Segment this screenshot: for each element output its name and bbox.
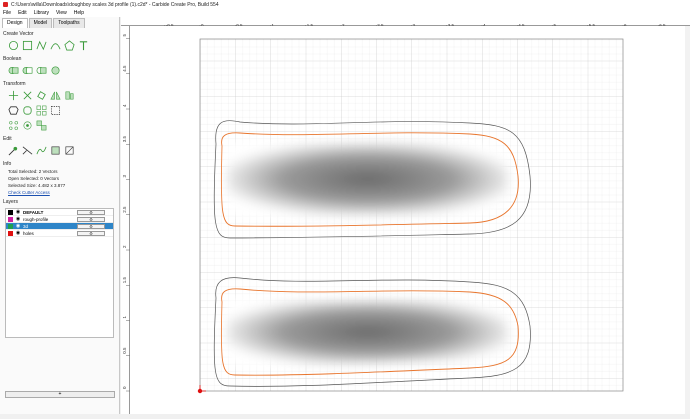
weld-icon[interactable] bbox=[50, 65, 61, 76]
ruler-left-label: 1 bbox=[122, 316, 127, 319]
app-icon bbox=[3, 2, 8, 7]
create-vector-tools bbox=[0, 38, 119, 53]
add-layer-button[interactable]: + bbox=[5, 391, 115, 398]
ruler-top: -0.500.511.522.533.544.555.566.5 bbox=[121, 17, 690, 30]
nest-icon[interactable] bbox=[22, 120, 33, 131]
transform-tools bbox=[0, 88, 119, 103]
window-title: C:\Users\willa\Downloads\doughboy scales… bbox=[11, 1, 219, 8]
union-icon[interactable] bbox=[8, 65, 19, 76]
mode-tabs: Design Model Toolpaths bbox=[0, 18, 119, 28]
layer-color-swatch[interactable] bbox=[8, 223, 13, 229]
tab-toolpaths[interactable]: Toolpaths bbox=[53, 18, 85, 28]
move-icon[interactable] bbox=[8, 90, 19, 101]
transform-title: Transform bbox=[3, 81, 26, 87]
menu-help[interactable]: Help bbox=[74, 10, 84, 16]
layer-row-rough-profile[interactable]: ◉ rough-profile ⚙ bbox=[6, 216, 113, 223]
ruler-left-label: 2 bbox=[122, 245, 127, 248]
boolean-tools bbox=[0, 63, 119, 78]
create-vector-title: Create Vector bbox=[3, 31, 34, 37]
layer-color-swatch[interactable] bbox=[8, 216, 13, 222]
ruler-left-label: 3 bbox=[122, 175, 127, 178]
layer-row-3d[interactable]: ◉ 3d ⚙ bbox=[6, 223, 113, 230]
edit-title: Edit bbox=[3, 136, 12, 142]
gear-icon[interactable]: ⚙ bbox=[77, 216, 105, 222]
layer-color-swatch[interactable] bbox=[8, 209, 13, 215]
eye-icon[interactable]: ◉ bbox=[15, 216, 21, 222]
total-selected: Total Selected: 2 Vectors bbox=[8, 169, 58, 174]
3d-model-shading bbox=[227, 142, 509, 216]
ruler-left-label: 0 bbox=[122, 386, 127, 389]
curve-icon[interactable] bbox=[50, 40, 61, 51]
select-open-icon[interactable] bbox=[64, 145, 75, 156]
left-panel: Design Model Toolpaths Create Vector Boo… bbox=[0, 17, 120, 414]
group-icon[interactable] bbox=[50, 105, 61, 116]
tab-model[interactable]: Model bbox=[28, 18, 53, 28]
ruler-left-ticks: 5 4.5 4 3.5 3 2.5 2 1.5 1 0.5 0 bbox=[122, 34, 130, 392]
close-vector-icon[interactable] bbox=[50, 145, 61, 156]
eye-icon[interactable]: ◉ bbox=[15, 209, 21, 215]
trim-icon[interactable] bbox=[22, 145, 33, 156]
menu-library[interactable]: Library bbox=[34, 10, 49, 16]
ruler-left-label: 4 bbox=[122, 104, 127, 107]
layer-row-default[interactable]: ◉ DEFAULT ⚙ bbox=[6, 209, 113, 216]
layer-name: DEFAULT bbox=[23, 209, 44, 215]
layer-color-swatch[interactable] bbox=[8, 230, 13, 236]
node-edit-icon[interactable] bbox=[8, 145, 19, 156]
transform-tools-2 bbox=[0, 103, 119, 118]
polygon-icon[interactable] bbox=[64, 40, 75, 51]
design-canvas[interactable] bbox=[130, 26, 690, 414]
boolean-title: Boolean bbox=[3, 56, 22, 62]
polyline-icon[interactable] bbox=[36, 40, 47, 51]
ruler-left: 5 4.5 4 3.5 3 2.5 2 1.5 1 0.5 0 bbox=[121, 26, 130, 414]
rotate-icon[interactable] bbox=[36, 90, 47, 101]
menu-file[interactable]: File bbox=[3, 10, 11, 16]
fillet-icon[interactable] bbox=[22, 105, 33, 116]
menu-bar: File Edit Library View Help bbox=[0, 9, 690, 17]
edit-tools bbox=[0, 143, 119, 158]
circle-icon[interactable] bbox=[8, 40, 19, 51]
rectangle-icon[interactable] bbox=[22, 40, 33, 51]
ruler-left-label: 4.5 bbox=[122, 65, 127, 72]
tab-design[interactable]: Design bbox=[2, 18, 28, 28]
menu-view[interactable]: View bbox=[56, 10, 67, 16]
selected-size: Selected Size: 4.482 x 3.877 bbox=[8, 183, 66, 188]
open-selected: Open Selected: 0 Vectors bbox=[8, 176, 60, 181]
ruler-left-label: 5 bbox=[122, 34, 127, 37]
layer-name: 3d bbox=[23, 223, 29, 229]
layer-name: rough-profile bbox=[23, 216, 49, 222]
gear-icon[interactable]: ⚙ bbox=[77, 223, 105, 229]
grid-array-icon[interactable] bbox=[36, 105, 47, 116]
offset-icon[interactable] bbox=[8, 105, 19, 116]
eye-icon[interactable]: ◉ bbox=[15, 223, 21, 229]
transform-tools-3 bbox=[0, 118, 119, 133]
mirror-icon[interactable] bbox=[50, 90, 61, 101]
text-icon[interactable] bbox=[78, 40, 89, 51]
info-title: Info bbox=[3, 161, 12, 167]
layers-list: ◉ DEFAULT ⚙ ◉ rough-profile ⚙ ◉ 3d ⚙ ◉ h… bbox=[5, 208, 114, 338]
intersect-icon[interactable] bbox=[36, 65, 47, 76]
3d-model-shading bbox=[227, 298, 509, 366]
title-bar: C:\Users\willa\Downloads\doughboy scales… bbox=[0, 0, 690, 9]
eye-icon[interactable]: ◉ bbox=[15, 230, 21, 236]
gear-icon[interactable]: ⚙ bbox=[77, 209, 105, 215]
check-cutter-access-link[interactable]: Check Cutter Access bbox=[0, 189, 119, 196]
layer-row-holes[interactable]: ◉ holes ⚙ bbox=[6, 230, 113, 237]
design-workspace: -0.500.511.522.533.544.555.566.5 5 4.5 4 3.… bbox=[121, 17, 690, 414]
ruler-left-label: 1.5 bbox=[122, 276, 127, 283]
join-icon[interactable] bbox=[36, 145, 47, 156]
layer-name: holes bbox=[23, 230, 34, 236]
gear-icon[interactable]: ⚙ bbox=[77, 230, 105, 236]
ruler-left-label: 2.5 bbox=[122, 206, 127, 213]
ruler-left-label: 0.5 bbox=[122, 347, 127, 354]
scale-icon[interactable] bbox=[22, 90, 33, 101]
layers-title: Layers bbox=[3, 199, 19, 205]
menu-edit[interactable]: Edit bbox=[18, 10, 27, 16]
subtract-icon[interactable] bbox=[22, 65, 33, 76]
ruler-left-label: 3.5 bbox=[122, 135, 127, 142]
vertical-scrollbar[interactable] bbox=[685, 26, 690, 414]
align-icon[interactable] bbox=[64, 90, 75, 101]
circular-array-icon[interactable] bbox=[8, 120, 19, 131]
ungroup-icon[interactable] bbox=[36, 120, 47, 131]
